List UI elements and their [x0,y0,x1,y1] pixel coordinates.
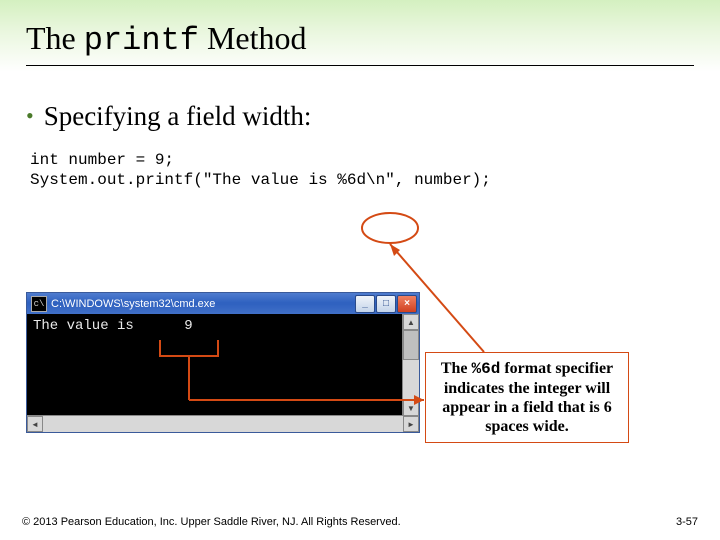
slide-footer: © 2013 Pearson Education, Inc. Upper Sad… [22,516,698,528]
slide-content: The printf Method • Specifying a field w… [0,0,720,190]
maximize-button[interactable]: □ [376,295,396,313]
scrollbar-horizontal[interactable]: ◄ ► [27,415,419,432]
scroll-right-icon[interactable]: ► [403,416,419,432]
scroll-left-icon[interactable]: ◄ [27,416,43,432]
slide-title: The printf Method [26,20,694,59]
page-number: 3-57 [676,516,698,528]
title-rule [26,65,694,66]
code-line-2: System.out.printf("The value is %6d\n", … [30,171,491,189]
bullet-dot-icon: • [26,100,34,132]
callout-text-1: The [441,360,472,377]
copyright-text: © 2013 Pearson Education, Inc. Upper Sad… [22,516,401,528]
cmd-titlebar: c\ C:\WINDOWS\system32\cmd.exe _ □ × [27,293,419,314]
cmd-output-value: 9 [184,318,192,334]
callout-code: %6d [472,360,501,378]
cmd-window: c\ C:\WINDOWS\system32\cmd.exe _ □ × The… [26,292,420,433]
title-pre: The [26,20,84,56]
code-line-1: int number = 9; [30,151,174,169]
callout-box: The %6d format specifier indicates the i… [425,352,629,443]
code-example: int number = 9; System.out.printf("The v… [30,150,694,190]
minimize-button[interactable]: _ [355,295,375,313]
close-button[interactable]: × [397,295,417,313]
scroll-thumb[interactable] [403,330,419,360]
bullet-text: Specifying a field width: [44,100,312,132]
cmd-output-label: The value is [33,318,134,334]
arrowhead-1 [390,244,400,256]
scroll-down-icon[interactable]: ▼ [403,400,419,416]
scroll-up-icon[interactable]: ▲ [403,314,419,330]
format-specifier-circle [362,213,418,243]
title-code: printf [84,22,199,59]
scrollbar-vertical[interactable]: ▲ ▼ [402,314,419,416]
title-post: Method [199,20,307,56]
bullet-item: • Specifying a field width: [26,100,694,132]
cmd-prompt-icon: c\ [31,296,47,312]
cmd-title: C:\WINDOWS\system32\cmd.exe [51,298,355,310]
